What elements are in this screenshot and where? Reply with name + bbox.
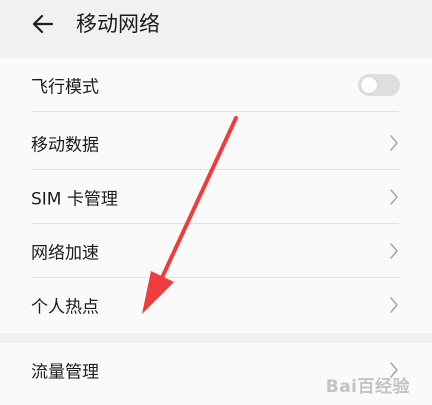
setting-label: 个人热点 (31, 297, 99, 318)
setting-label: 网络加速 (31, 243, 99, 264)
back-arrow-icon[interactable] (30, 11, 56, 37)
chevron-right-icon (390, 297, 398, 313)
setting-label: 流量管理 (31, 362, 99, 383)
setting-row-sim-management[interactable]: SIM 卡管理 (0, 170, 432, 224)
setting-label: 移动数据 (31, 135, 99, 156)
setting-row-network-boost[interactable]: 网络加速 (0, 224, 432, 278)
chevron-right-icon (390, 243, 398, 259)
setting-label: 飞行模式 (31, 77, 99, 98)
setting-row-personal-hotspot[interactable]: 个人热点 (0, 278, 432, 332)
watermark-logo: Bai百经验 (325, 377, 410, 397)
setting-row-airplane-mode[interactable]: 飞行模式 (0, 58, 432, 112)
setting-row-mobile-data[interactable]: 移动数据 (0, 116, 432, 170)
toggle-knob (361, 77, 377, 93)
chevron-right-icon (390, 135, 398, 151)
settings-card: 飞行模式 移动数据 SIM 卡管理 网络加速 个人热点 (0, 58, 432, 333)
setting-label: SIM 卡管理 (31, 189, 118, 210)
page-title: 移动网络 (76, 12, 160, 36)
title-bar: 移动网络 (0, 0, 432, 50)
chevron-right-icon (390, 189, 398, 205)
airplane-mode-toggle[interactable] (358, 74, 400, 96)
divider (31, 111, 399, 112)
